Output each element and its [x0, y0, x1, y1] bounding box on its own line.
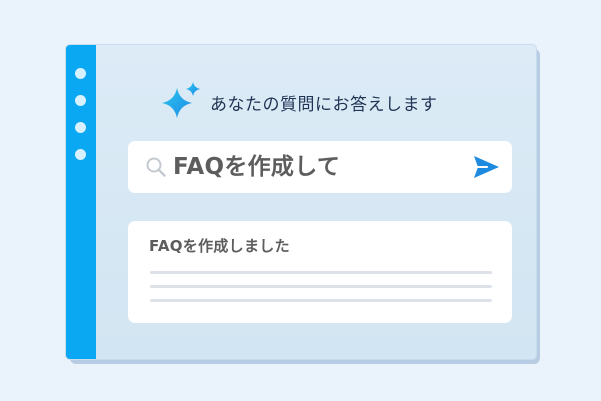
assistant-window: あなたの質問にお答えします FAQを作成して FAQを作成しました	[65, 44, 537, 360]
header-title: あなたの質問にお答えします	[210, 94, 438, 115]
assistant-header: あなたの質問にお答えします	[160, 79, 438, 125]
answer-title: FAQを作成しました	[149, 237, 290, 255]
answer-placeholder-line	[150, 299, 492, 302]
sidebar-dot	[75, 122, 86, 133]
sparkle-icon	[162, 82, 200, 118]
sidebar-dot	[75, 149, 86, 160]
sidebar-dot	[75, 68, 86, 79]
search-icon	[146, 157, 166, 177]
window-sidebar	[66, 45, 96, 359]
answer-placeholder-line	[150, 271, 492, 274]
answer-card: FAQを作成しました	[128, 221, 512, 323]
prompt-input-value[interactable]: FAQを作成して	[173, 141, 340, 193]
answer-placeholder-line	[150, 285, 492, 288]
prompt-input[interactable]: FAQを作成して	[128, 141, 512, 193]
sidebar-dot	[75, 95, 86, 106]
send-icon[interactable]	[472, 154, 500, 180]
